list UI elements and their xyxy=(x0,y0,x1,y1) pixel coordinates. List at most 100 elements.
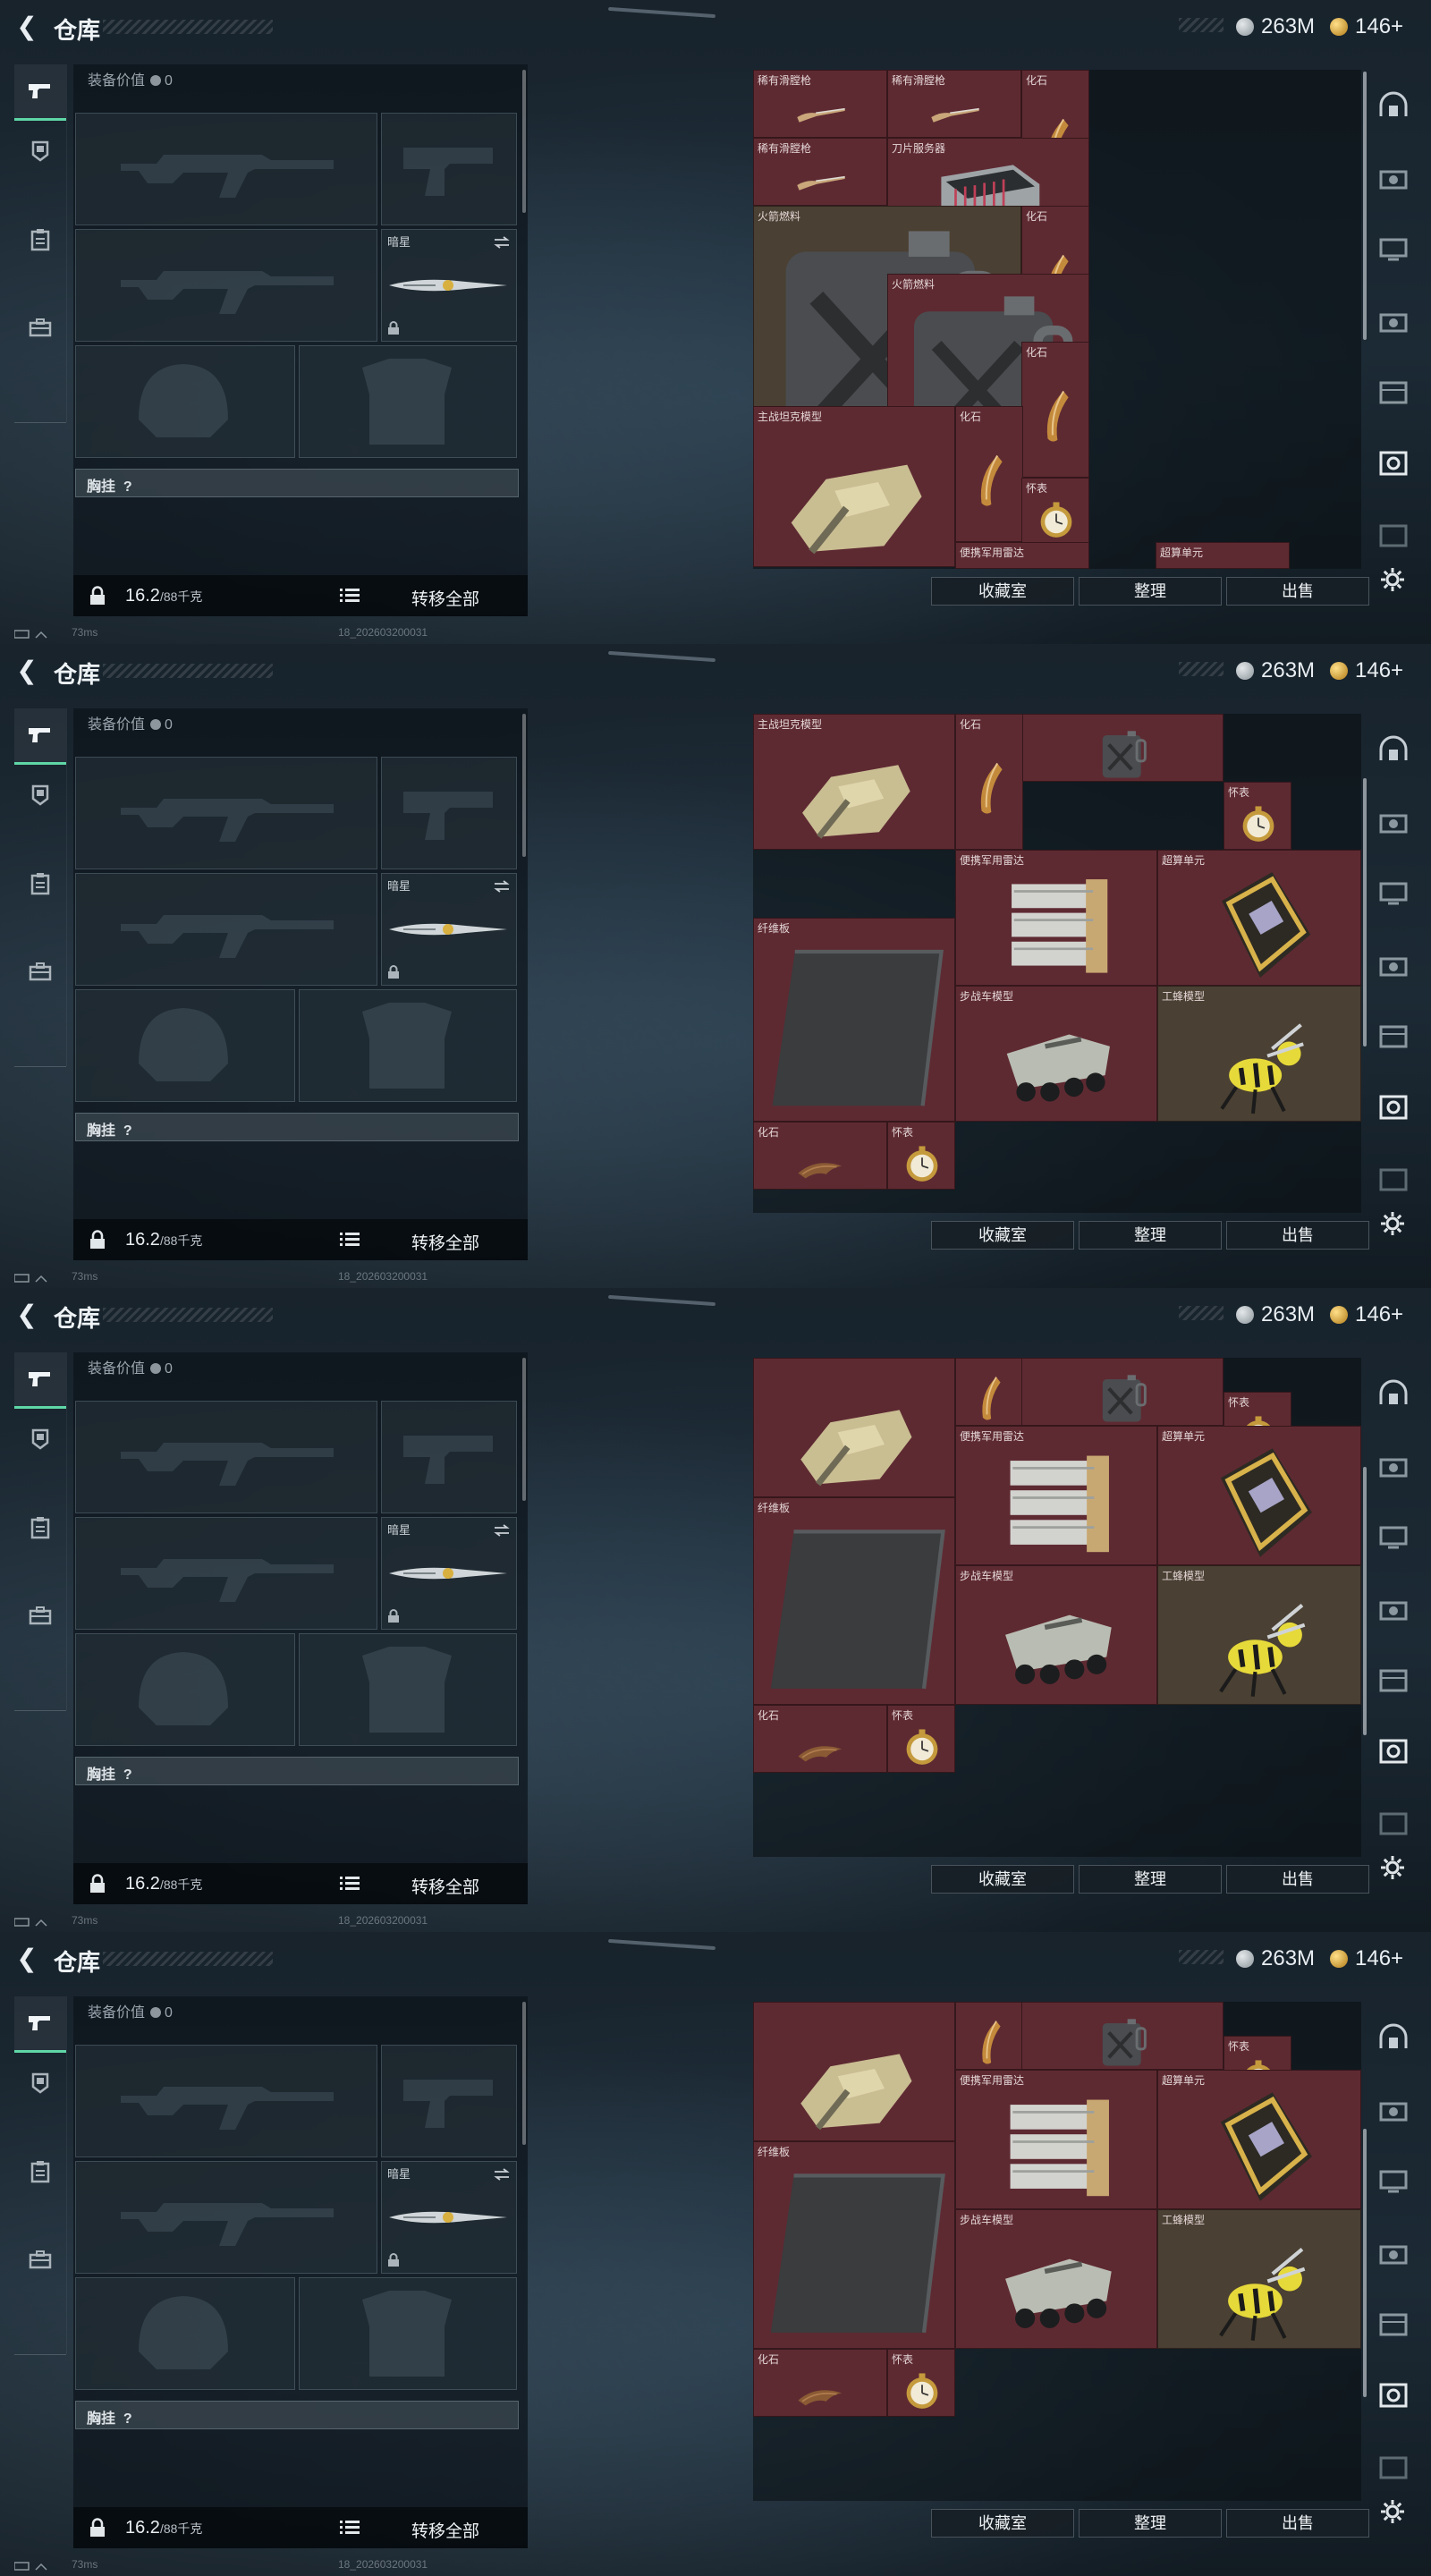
gear-icon[interactable] xyxy=(1379,2498,1406,2525)
sort-button[interactable]: 整理 xyxy=(1079,2509,1222,2538)
storage-item[interactable]: 步战车模型 xyxy=(955,1565,1157,1705)
gold-currency-amount[interactable]: 146+ xyxy=(1355,14,1403,39)
nav-armor-tab[interactable] xyxy=(14,2055,66,2109)
nav-armor-tab[interactable] xyxy=(14,123,66,177)
storage-item[interactable]: 便携军用雷达 xyxy=(955,2070,1157,2209)
vest-help-icon[interactable]: ? xyxy=(123,2411,132,2427)
scanner-icon[interactable] xyxy=(1377,447,1410,479)
back-arrow-icon[interactable]: ❮ xyxy=(13,1301,41,1329)
storage-item[interactable]: 主战坦克模型 xyxy=(753,714,955,850)
gear-icon[interactable] xyxy=(1379,566,1406,593)
storage-box-icon[interactable] xyxy=(1377,2308,1410,2340)
helmet-slot[interactable] xyxy=(75,1633,295,1746)
collection-room-button[interactable]: 收藏室 xyxy=(931,1865,1074,1894)
storage-item[interactable]: 便携军用雷达 xyxy=(955,1426,1157,1565)
transfer-all-button[interactable]: 转移全部 xyxy=(411,586,479,610)
collection-room-button[interactable]: 收藏室 xyxy=(931,2509,1074,2538)
monitor-icon[interactable] xyxy=(1377,2165,1410,2197)
helmet-slot[interactable] xyxy=(75,345,295,458)
collection-room-button[interactable]: 收藏室 xyxy=(931,577,1074,606)
sell-button[interactable]: 出售 xyxy=(1226,577,1369,606)
helmet-slot[interactable] xyxy=(75,989,295,1102)
list-icon[interactable] xyxy=(340,2520,360,2536)
storage-item[interactable]: 纤维板 xyxy=(753,918,955,1122)
helmet-slot[interactable] xyxy=(75,2277,295,2390)
collection-room-button[interactable]: 收藏室 xyxy=(931,1221,1074,1250)
storage-item[interactable]: 怀表 xyxy=(887,1122,955,1190)
pistol-slot[interactable] xyxy=(381,1401,517,1513)
storage-item[interactable]: 超算单元 xyxy=(1157,1426,1361,1565)
melee-slot[interactable]: 暗星 xyxy=(381,1517,517,1630)
list-icon[interactable] xyxy=(340,588,360,604)
secondary-weapon-slot[interactable] xyxy=(75,2161,377,2274)
storage-item[interactable]: 怀表 xyxy=(1224,782,1291,850)
sell-button[interactable]: 出售 xyxy=(1226,1865,1369,1894)
nav-weapons-tab[interactable] xyxy=(14,1996,66,2053)
storage-item[interactable]: 化石 xyxy=(753,2349,887,2417)
nav-armor-tab[interactable] xyxy=(14,767,66,821)
storage-scrollbar[interactable] xyxy=(1363,1467,1367,1735)
storage-item[interactable]: 化石 xyxy=(753,1122,887,1190)
gold-currency-amount[interactable]: 146+ xyxy=(1355,658,1403,683)
camera-icon[interactable] xyxy=(1377,161,1410,193)
shelf-icon[interactable] xyxy=(1377,1163,1410,1195)
armor-slot[interactable] xyxy=(299,989,517,1102)
swap-icon[interactable] xyxy=(493,879,511,894)
equipment-scrollbar[interactable] xyxy=(522,2002,526,2145)
sell-button[interactable]: 出售 xyxy=(1226,1221,1369,1250)
storage-item[interactable] xyxy=(1021,2002,1224,2070)
storage-scrollbar[interactable] xyxy=(1363,778,1367,1046)
gold-currency-amount[interactable]: 146+ xyxy=(1355,1946,1403,1971)
storage-item[interactable]: 化石 xyxy=(1021,342,1089,478)
armor-slot[interactable] xyxy=(299,345,517,458)
vest-slot-bar[interactable]: 胸挂 ? xyxy=(75,1113,519,1141)
transfer-all-button[interactable]: 转移全部 xyxy=(411,1230,479,1254)
armor-slot[interactable] xyxy=(299,2277,517,2390)
nav-case-tab[interactable] xyxy=(14,945,66,998)
camera-icon[interactable] xyxy=(1377,2093,1410,2125)
sell-button[interactable]: 出售 xyxy=(1226,2509,1369,2538)
primary-weapon-slot[interactable] xyxy=(75,2045,377,2157)
storage-item[interactable] xyxy=(753,2002,955,2141)
secondary-weapon-slot[interactable] xyxy=(75,1517,377,1630)
dome-icon[interactable] xyxy=(1377,733,1410,766)
camera-icon-2[interactable] xyxy=(1377,2236,1410,2268)
storage-item[interactable]: 超算单元 xyxy=(1157,2070,1361,2209)
gold-currency-amount[interactable]: 146+ xyxy=(1355,1302,1403,1327)
camera-icon-2[interactable] xyxy=(1377,304,1410,336)
nav-weapons-tab[interactable] xyxy=(14,64,66,121)
vest-help-icon[interactable]: ? xyxy=(123,1767,132,1783)
scanner-icon[interactable] xyxy=(1377,1091,1410,1123)
primary-weapon-slot[interactable] xyxy=(75,1401,377,1513)
sort-button[interactable]: 整理 xyxy=(1079,577,1222,606)
nav-backpack-tab[interactable] xyxy=(14,2145,66,2199)
transfer-all-button[interactable]: 转移全部 xyxy=(411,1874,479,1898)
dome-icon[interactable] xyxy=(1377,2021,1410,2054)
transfer-all-button[interactable]: 转移全部 xyxy=(411,2518,479,2542)
dome-icon[interactable] xyxy=(1377,1377,1410,1410)
storage-item[interactable]: 步战车模型 xyxy=(955,986,1157,1122)
storage-item[interactable] xyxy=(1021,1358,1224,1426)
scanner-icon[interactable] xyxy=(1377,1735,1410,1767)
nav-case-tab[interactable] xyxy=(14,2233,66,2286)
vest-slot-bar[interactable]: 胸挂 ? xyxy=(75,469,519,497)
storage-item[interactable]: 纤维板 xyxy=(753,1497,955,1705)
back-arrow-icon[interactable]: ❮ xyxy=(13,13,41,41)
camera-icon[interactable] xyxy=(1377,1449,1410,1481)
monitor-icon[interactable] xyxy=(1377,877,1410,909)
gear-icon[interactable] xyxy=(1379,1854,1406,1881)
nav-backpack-tab[interactable] xyxy=(14,213,66,267)
secondary-weapon-slot[interactable] xyxy=(75,229,377,342)
pistol-slot[interactable] xyxy=(381,2045,517,2157)
vest-help-icon[interactable]: ? xyxy=(123,1123,132,1139)
back-arrow-icon[interactable]: ❮ xyxy=(13,657,41,685)
storage-item[interactable]: 主战坦克模型 xyxy=(753,406,955,567)
storage-item[interactable]: 怀表 xyxy=(887,2349,955,2417)
storage-item[interactable]: 怀表 xyxy=(887,1705,955,1773)
vest-slot-bar[interactable]: 胸挂 ? xyxy=(75,2401,519,2429)
nav-backpack-tab[interactable] xyxy=(14,857,66,911)
melee-slot[interactable]: 暗星 xyxy=(381,229,517,342)
back-arrow-icon[interactable]: ❮ xyxy=(13,1945,41,1973)
storage-item[interactable]: 纤维板 xyxy=(753,2141,955,2349)
melee-slot[interactable]: 暗星 xyxy=(381,2161,517,2274)
